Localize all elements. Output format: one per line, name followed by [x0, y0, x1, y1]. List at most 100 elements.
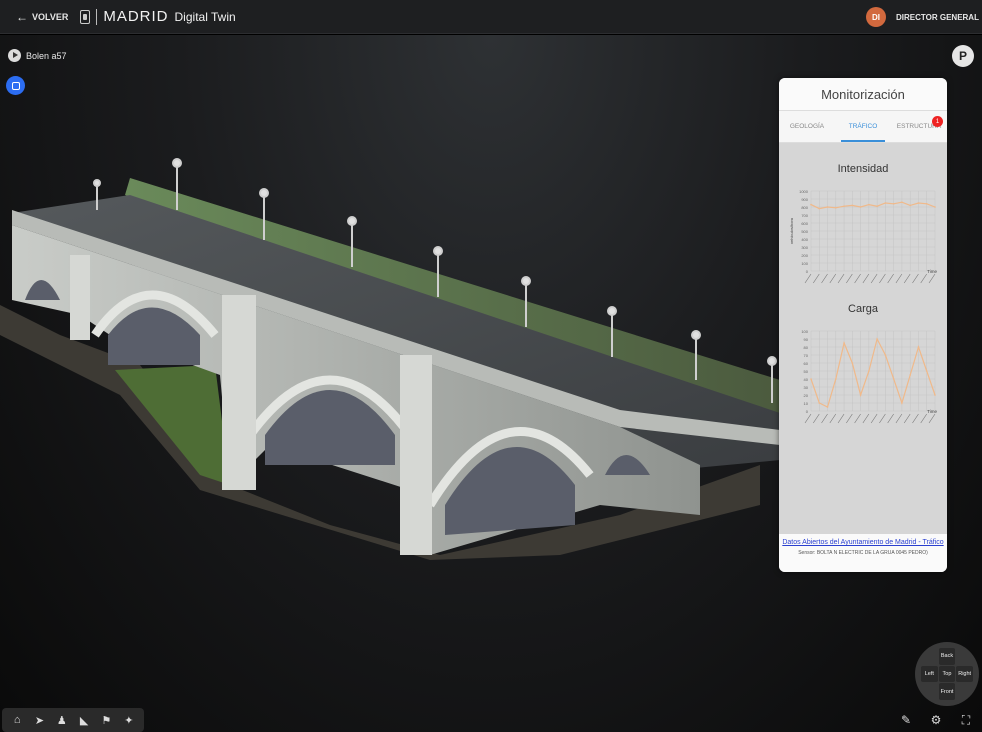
data-point	[934, 394, 936, 396]
panel-footer: Datos Abiertos del Ayuntamiento de Madri…	[779, 534, 947, 572]
x-axis-label: Time	[927, 269, 937, 274]
x-tick-label	[813, 273, 820, 284]
y-tick-label: 90	[804, 337, 809, 342]
panel-title: Monitorización	[779, 78, 947, 111]
fullscreen-icon[interactable]: ⛶	[958, 712, 974, 728]
navigation-cube: Back Left Top Right Front	[915, 642, 979, 706]
bottom-right-tools: ✎ ⚙ ⛶	[898, 712, 974, 728]
y-tick-label: 80	[804, 345, 809, 350]
x-tick-label	[870, 413, 878, 424]
sensor-note: Sensor: BOLTA N ELECTRIC DE LA GRUA 0045…	[798, 550, 928, 556]
user-name[interactable]: DIRECTOR GENERAL	[896, 13, 982, 22]
nav-back[interactable]: Back	[938, 648, 956, 665]
x-tick-label	[920, 273, 927, 284]
x-tick-label	[821, 413, 828, 424]
data-point	[909, 374, 911, 376]
data-point	[901, 402, 903, 404]
layers-button[interactable]	[6, 76, 25, 95]
x-tick-label	[854, 413, 861, 424]
divider	[96, 8, 98, 25]
x-tick-label	[895, 413, 903, 424]
y-tick-label: 100	[801, 261, 808, 266]
data-point	[901, 201, 903, 203]
panel-tabs: GEOLOGÍA TRÁFICO ESTRUCTURA 1	[779, 111, 947, 143]
y-tick-label: 100	[801, 329, 808, 334]
nav-right[interactable]: Right	[956, 665, 973, 683]
y-tick-label: 600	[801, 221, 808, 226]
avatar[interactable]: DI	[866, 7, 886, 27]
run-icon[interactable]: ✦	[121, 712, 137, 728]
data-point	[843, 205, 845, 207]
data-point	[917, 202, 920, 204]
walk-icon[interactable]: ⚑	[98, 712, 114, 728]
x-tick-label	[862, 413, 870, 424]
gear-icon[interactable]: ⚙	[928, 712, 944, 728]
measure-icon[interactable]: ◣	[76, 712, 92, 728]
play-icon[interactable]	[8, 49, 21, 62]
tab-trafico[interactable]: TRÁFICO	[835, 111, 891, 142]
nav-front[interactable]: Front	[938, 683, 956, 700]
y-tick-label: 1000	[799, 189, 809, 194]
open-data-link[interactable]: Datos Abiertos del Ayuntamiento de Madri…	[779, 538, 947, 547]
nav-empty	[956, 648, 973, 665]
person-icon[interactable]: ♟	[54, 712, 70, 728]
parking-button[interactable]: P	[952, 45, 974, 67]
data-point	[835, 378, 837, 380]
model-label: Bolen a57	[26, 50, 67, 61]
chart-carga: 1009080706050403020100 Time	[801, 329, 937, 424]
x-tick-label	[912, 413, 919, 424]
x-tick-label	[813, 413, 820, 424]
x-tick-label	[887, 273, 894, 284]
data-point	[843, 342, 845, 344]
x-tick-label	[928, 413, 936, 424]
x-tick-label	[846, 273, 853, 284]
y-tick-label: 40	[804, 377, 809, 382]
data-point	[851, 362, 854, 364]
arrow-left-icon: ←	[16, 9, 28, 24]
x-tick-label	[920, 413, 927, 424]
y-tick-label: 400	[801, 237, 808, 242]
x-tick-label	[870, 273, 878, 284]
data-point	[859, 394, 862, 396]
nav-left[interactable]: Left	[921, 665, 938, 683]
data-point	[818, 402, 821, 404]
x-tick-label	[837, 273, 845, 284]
notification-badge: 1	[932, 116, 943, 127]
y-tick-label: 60	[804, 361, 809, 366]
y-tick-label: 800	[801, 205, 808, 210]
series-line	[810, 201, 936, 210]
chart-intensidad: 10009008007006005004003002001000 Timevehí…	[789, 189, 937, 284]
data-point	[884, 202, 887, 204]
model-selector[interactable]: Bolen a57	[8, 49, 67, 62]
pencil-icon[interactable]: ✎	[898, 712, 914, 728]
back-label: VOLVER	[32, 11, 69, 22]
data-point	[810, 378, 812, 380]
nav-top[interactable]: Top	[938, 665, 956, 683]
x-tick-label	[895, 273, 903, 284]
home-icon[interactable]: ⌂	[9, 712, 25, 728]
nav-empty	[921, 648, 938, 665]
data-point	[859, 206, 862, 208]
tab-geologia[interactable]: GEOLOGÍA	[779, 111, 835, 142]
data-point	[917, 346, 920, 348]
y-tick-label: 200	[801, 253, 808, 258]
y-tick-label: 70	[804, 353, 809, 358]
madrid-crest-icon	[80, 9, 91, 24]
x-tick-label	[879, 413, 886, 424]
data-point	[925, 203, 928, 205]
data-point	[892, 203, 895, 205]
y-tick-label: 300	[801, 245, 808, 250]
x-tick-label	[903, 413, 911, 424]
data-point	[826, 406, 829, 408]
fly-icon[interactable]: ➤	[31, 712, 47, 728]
3d-viewport[interactable]: Bolen a57 P Monitorización GEOLOGÍA TRÁF…	[0, 35, 982, 732]
y-tick-label: 10	[804, 401, 809, 406]
x-tick-label	[862, 273, 870, 284]
brand-subtitle: Digital Twin	[174, 9, 236, 24]
data-point	[925, 370, 928, 372]
y-tick-label: 20	[804, 393, 809, 398]
user-menu[interactable]: DI DIRECTOR GENERAL	[866, 0, 982, 34]
y-tick-label: 30	[804, 385, 809, 390]
back-button[interactable]: ← VOLVER	[16, 11, 68, 23]
y-tick-label: 700	[801, 213, 808, 218]
